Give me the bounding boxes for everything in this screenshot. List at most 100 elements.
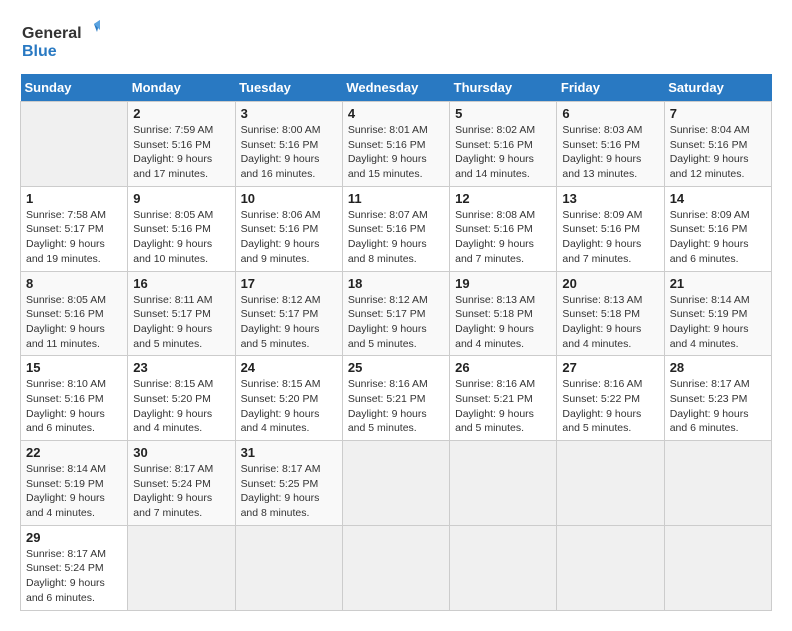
- day-info: Sunrise: 7:59 AMSunset: 5:16 PMDaylight:…: [133, 123, 229, 182]
- calendar-row: 8Sunrise: 8:05 AMSunset: 5:16 PMDaylight…: [21, 271, 772, 356]
- day-info: Sunrise: 8:14 AMSunset: 5:19 PMDaylight:…: [26, 462, 122, 521]
- day-number: 1: [26, 191, 122, 206]
- header-friday: Friday: [557, 74, 664, 102]
- calendar-cell: 12 Sunrise: 8:08 AMSunset: 5:16 PMDayligh…: [450, 186, 557, 271]
- day-number: 30: [133, 445, 229, 460]
- day-number: 24: [241, 360, 337, 375]
- day-number: 17: [241, 276, 337, 291]
- day-info: Sunrise: 8:15 AMSunset: 5:20 PMDaylight:…: [133, 377, 229, 436]
- calendar-cell: 13 Sunrise: 8:09 AMSunset: 5:16 PMDayligh…: [557, 186, 664, 271]
- calendar-row: 29Sunrise: 8:17 AMSunset: 5:24 PMDayligh…: [21, 525, 772, 610]
- day-number: 10: [241, 191, 337, 206]
- day-info: Sunrise: 8:14 AMSunset: 5:19 PMDaylight:…: [670, 293, 766, 352]
- calendar-cell: 5 Sunrise: 8:02 AMSunset: 5:16 PMDaylight…: [450, 102, 557, 187]
- calendar-cell: 17 Sunrise: 8:12 AMSunset: 5:17 PMDayligh…: [235, 271, 342, 356]
- day-info: Sunrise: 8:02 AMSunset: 5:16 PMDaylight:…: [455, 123, 551, 182]
- day-number: 18: [348, 276, 444, 291]
- calendar-cell: 15 Sunrise: 8:10 AMSunset: 5:16 PMDayligh…: [21, 356, 128, 441]
- calendar-cell: 28Sunrise: 8:17 AMSunset: 5:23 PMDayligh…: [664, 356, 771, 441]
- calendar-cell: 7 Sunrise: 8:04 AMSunset: 5:16 PMDaylight…: [664, 102, 771, 187]
- day-info: Sunrise: 8:08 AMSunset: 5:16 PMDaylight:…: [455, 208, 551, 267]
- day-info: Sunrise: 8:13 AMSunset: 5:18 PMDaylight:…: [455, 293, 551, 352]
- calendar-cell: [128, 525, 235, 610]
- day-info: Sunrise: 8:00 AMSunset: 5:16 PMDaylight:…: [241, 123, 337, 182]
- day-info: Sunrise: 8:07 AMSunset: 5:16 PMDaylight:…: [348, 208, 444, 267]
- day-info: Sunrise: 8:04 AMSunset: 5:16 PMDaylight:…: [670, 123, 766, 182]
- day-number: 7: [670, 106, 766, 121]
- calendar-cell: [21, 102, 128, 187]
- header-monday: Monday: [128, 74, 235, 102]
- calendar-cell: 3Sunrise: 8:00 AMSunset: 5:16 PMDaylight…: [235, 102, 342, 187]
- day-info: Sunrise: 8:10 AMSunset: 5:16 PMDaylight:…: [26, 377, 122, 436]
- calendar-row: 15 Sunrise: 8:10 AMSunset: 5:16 PMDayligh…: [21, 356, 772, 441]
- day-number: 22: [26, 445, 122, 460]
- calendar-cell: 27Sunrise: 8:16 AMSunset: 5:22 PMDayligh…: [557, 356, 664, 441]
- day-number: 12: [455, 191, 551, 206]
- calendar-cell: 30 Sunrise: 8:17 AMSunset: 5:24 PMDayligh…: [128, 441, 235, 526]
- header-thursday: Thursday: [450, 74, 557, 102]
- calendar-cell: 14 Sunrise: 8:09 AMSunset: 5:16 PMDayligh…: [664, 186, 771, 271]
- calendar-cell: [557, 441, 664, 526]
- day-number: 15: [26, 360, 122, 375]
- calendar-header-row: SundayMondayTuesdayWednesdayThursdayFrid…: [21, 74, 772, 102]
- day-number: 23: [133, 360, 229, 375]
- header-saturday: Saturday: [664, 74, 771, 102]
- day-info: Sunrise: 8:12 AMSunset: 5:17 PMDaylight:…: [241, 293, 337, 352]
- day-info: Sunrise: 8:16 AMSunset: 5:21 PMDaylight:…: [455, 377, 551, 436]
- logo-svg: General Blue: [20, 20, 100, 64]
- calendar-cell: 1 Sunrise: 7:58 AMSunset: 5:17 PMDaylight…: [21, 186, 128, 271]
- svg-text:Blue: Blue: [22, 43, 57, 60]
- day-number: 16: [133, 276, 229, 291]
- calendar-cell: 24 Sunrise: 8:15 AMSunset: 5:20 PMDayligh…: [235, 356, 342, 441]
- day-number: 25: [348, 360, 444, 375]
- svg-text:General: General: [22, 25, 82, 42]
- day-info: Sunrise: 8:17 AMSunset: 5:25 PMDaylight:…: [241, 462, 337, 521]
- calendar-cell: [342, 525, 449, 610]
- calendar-row: 22 Sunrise: 8:14 AMSunset: 5:19 PMDayligh…: [21, 441, 772, 526]
- day-info: Sunrise: 8:05 AMSunset: 5:16 PMDaylight:…: [26, 293, 122, 352]
- calendar-cell: 4Sunrise: 8:01 AMSunset: 5:16 PMDaylight…: [342, 102, 449, 187]
- day-info: Sunrise: 8:13 AMSunset: 5:18 PMDaylight:…: [562, 293, 658, 352]
- day-number: 29: [26, 530, 122, 545]
- header-wednesday: Wednesday: [342, 74, 449, 102]
- calendar-cell: 16 Sunrise: 8:11 AMSunset: 5:17 PMDayligh…: [128, 271, 235, 356]
- day-info: Sunrise: 8:09 AMSunset: 5:16 PMDaylight:…: [670, 208, 766, 267]
- calendar-cell: 21 Sunrise: 8:14 AMSunset: 5:19 PMDayligh…: [664, 271, 771, 356]
- calendar-cell: 26 Sunrise: 8:16 AMSunset: 5:21 PMDayligh…: [450, 356, 557, 441]
- day-info: Sunrise: 8:03 AMSunset: 5:16 PMDaylight:…: [562, 123, 658, 182]
- day-number: 5: [455, 106, 551, 121]
- logo: General Blue: [20, 20, 100, 64]
- calendar-cell: [664, 441, 771, 526]
- day-info: Sunrise: 8:12 AMSunset: 5:17 PMDaylight:…: [348, 293, 444, 352]
- day-info: Sunrise: 8:16 AMSunset: 5:22 PMDaylight:…: [562, 377, 658, 436]
- calendar-cell: 18 Sunrise: 8:12 AMSunset: 5:17 PMDayligh…: [342, 271, 449, 356]
- day-info: Sunrise: 8:06 AMSunset: 5:16 PMDaylight:…: [241, 208, 337, 267]
- day-number: 6: [562, 106, 658, 121]
- day-info: Sunrise: 8:09 AMSunset: 5:16 PMDaylight:…: [562, 208, 658, 267]
- calendar-cell: 23 Sunrise: 8:15 AMSunset: 5:20 PMDayligh…: [128, 356, 235, 441]
- day-number: 20: [562, 276, 658, 291]
- day-number: 21: [670, 276, 766, 291]
- day-number: 13: [562, 191, 658, 206]
- calendar-row: 2 Sunrise: 7:59 AMSunset: 5:16 PMDaylight…: [21, 102, 772, 187]
- calendar-cell: 9Sunrise: 8:05 AMSunset: 5:16 PMDaylight…: [128, 186, 235, 271]
- day-number: 4: [348, 106, 444, 121]
- day-info: Sunrise: 8:15 AMSunset: 5:20 PMDaylight:…: [241, 377, 337, 436]
- day-info: Sunrise: 8:17 AMSunset: 5:24 PMDaylight:…: [133, 462, 229, 521]
- day-number: 14: [670, 191, 766, 206]
- calendar-cell: [450, 525, 557, 610]
- calendar-cell: 6 Sunrise: 8:03 AMSunset: 5:16 PMDaylight…: [557, 102, 664, 187]
- calendar-cell: 2 Sunrise: 7:59 AMSunset: 5:16 PMDaylight…: [128, 102, 235, 187]
- day-info: Sunrise: 8:17 AMSunset: 5:23 PMDaylight:…: [670, 377, 766, 436]
- calendar-cell: 19Sunrise: 8:13 AMSunset: 5:18 PMDayligh…: [450, 271, 557, 356]
- calendar-row: 1 Sunrise: 7:58 AMSunset: 5:17 PMDaylight…: [21, 186, 772, 271]
- day-info: Sunrise: 7:58 AMSunset: 5:17 PMDaylight:…: [26, 208, 122, 267]
- day-number: 2: [133, 106, 229, 121]
- calendar-cell: 8Sunrise: 8:05 AMSunset: 5:16 PMDaylight…: [21, 271, 128, 356]
- calendar-cell: 31Sunrise: 8:17 AMSunset: 5:25 PMDayligh…: [235, 441, 342, 526]
- calendar-table: SundayMondayTuesdayWednesdayThursdayFrid…: [20, 74, 772, 611]
- day-info: Sunrise: 8:11 AMSunset: 5:17 PMDaylight:…: [133, 293, 229, 352]
- calendar-cell: [557, 525, 664, 610]
- day-info: Sunrise: 8:05 AMSunset: 5:16 PMDaylight:…: [133, 208, 229, 267]
- day-number: 26: [455, 360, 551, 375]
